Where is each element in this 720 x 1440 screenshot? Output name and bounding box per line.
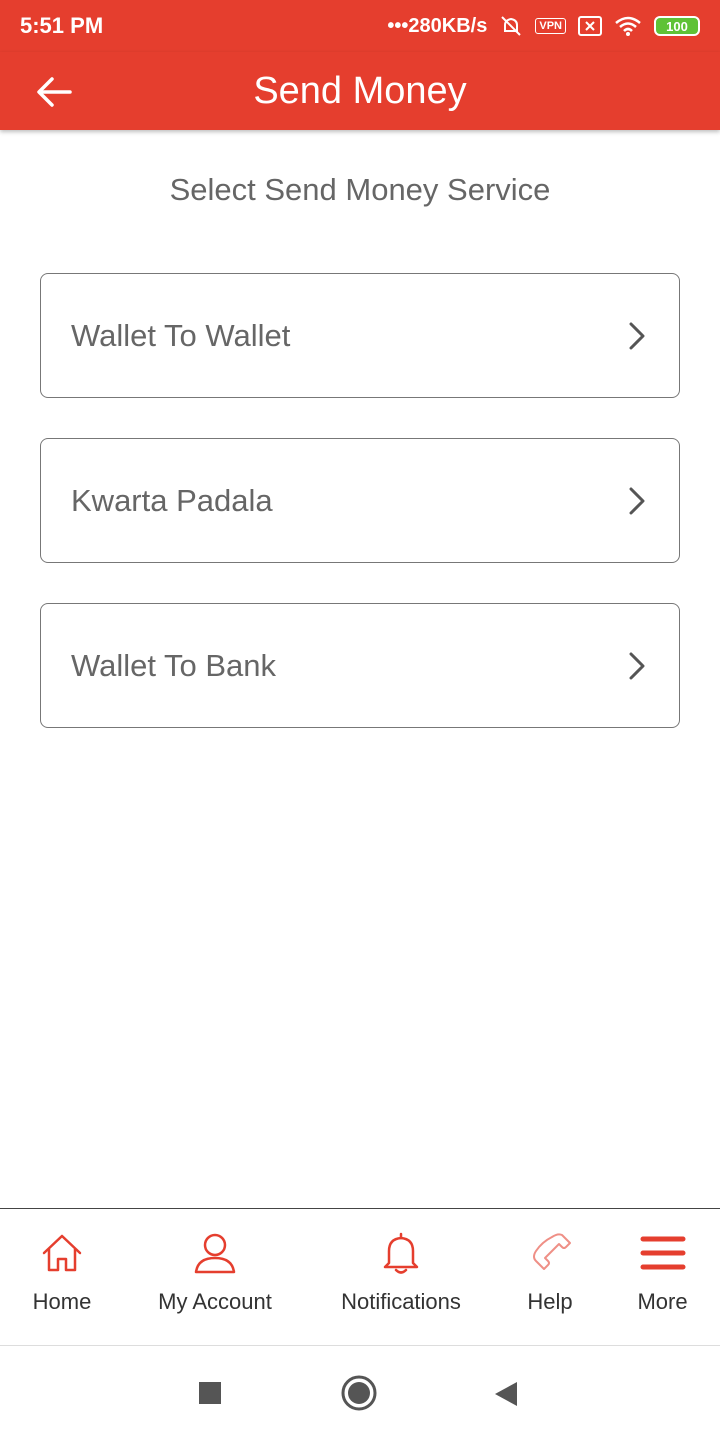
option-wallet-to-bank[interactable]: Wallet To Bank (40, 603, 680, 728)
home-icon (42, 1234, 82, 1272)
option-kwarta-padala[interactable]: Kwarta Padala (40, 438, 680, 563)
battery-indicator: 100 (654, 16, 700, 36)
mute-icon (501, 16, 522, 36)
app-bar: Send Money (0, 52, 720, 130)
menu-icon (640, 1236, 685, 1270)
back-system-button[interactable] (493, 1380, 519, 1408)
bottom-nav: Home My Account Notifications Help More (0, 1208, 720, 1345)
status-time: 5:51 PM (20, 13, 104, 38)
sim-error-icon (578, 16, 602, 36)
system-nav-bar (0, 1345, 720, 1440)
section-title: Select Send Money Service (169, 172, 551, 207)
nav-home[interactable]: Home (12, 1209, 112, 1345)
arrow-left-icon (37, 77, 72, 107)
chevron-right-icon (629, 652, 645, 679)
vpn-badge: VPN (535, 18, 566, 34)
home-system-button[interactable] (341, 1375, 377, 1411)
page-title: Send Money (253, 69, 467, 112)
option-wallet-to-wallet[interactable]: Wallet To Wallet (40, 273, 680, 398)
option-label: Wallet To Bank (71, 647, 277, 683)
bell-icon (383, 1232, 419, 1274)
nav-label: Help (527, 1289, 573, 1314)
nav-label: My Account (158, 1289, 272, 1314)
chevron-right-icon (629, 322, 645, 349)
phone-icon (533, 1233, 571, 1270)
back-button[interactable] (32, 72, 76, 112)
option-label: Kwarta Padala (71, 482, 273, 518)
nav-more[interactable]: More (620, 1209, 705, 1345)
nav-help[interactable]: Help (505, 1209, 595, 1345)
chevron-right-icon (629, 487, 645, 514)
status-bar: 5:51 PM •••280KB/s VPN 100 (0, 0, 720, 52)
nav-notifications[interactable]: Notifications (326, 1209, 476, 1345)
nav-my-account[interactable]: My Account (145, 1209, 285, 1345)
nav-label: Notifications (341, 1289, 461, 1314)
recents-button[interactable] (198, 1381, 222, 1405)
nav-label: Home (32, 1289, 92, 1314)
user-icon (194, 1233, 236, 1274)
wifi-icon (615, 16, 641, 36)
network-speed: •••280KB/s (387, 14, 488, 37)
nav-label: More (637, 1289, 688, 1314)
status-indicators: •••280KB/s VPN 100 (387, 14, 700, 38)
option-label: Wallet To Wallet (71, 317, 291, 353)
